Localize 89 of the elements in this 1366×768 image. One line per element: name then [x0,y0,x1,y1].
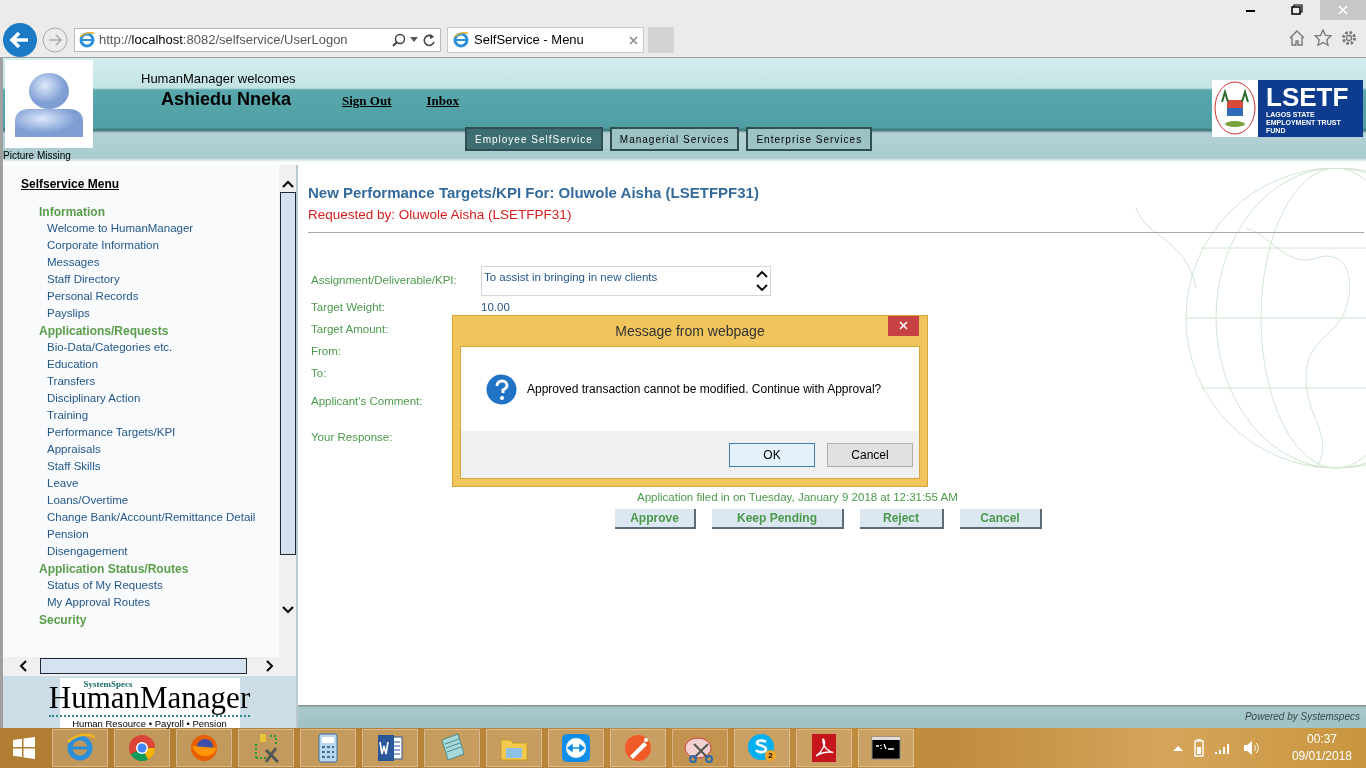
logo-tagline: Human Resource • Payroll • Pension [72,717,227,731]
menu-link[interactable]: Loans/Overtime [21,492,129,509]
scroll-thumb[interactable] [40,658,247,675]
kpi-field[interactable]: To assist in bringing in new clients [481,265,771,296]
spin-icon[interactable] [756,268,768,293]
horizontal-scrollbar[interactable] [3,656,296,676]
menu-section: Application Status/Routes [21,560,189,577]
menu-section: Security [21,611,87,628]
home-icon[interactable] [1288,29,1306,47]
field-label: Assignment/Deliverable/KPI: [311,273,458,289]
scroll-right-icon[interactable] [265,660,275,673]
picture-caption: Picture Missing [3,149,71,163]
menu-link[interactable]: Training [21,407,89,424]
back-icon[interactable] [2,22,38,58]
address-bar[interactable]: http://localhost:8082/selfservice/UserLogon [74,28,441,52]
dialog-button[interactable]: OK [729,442,815,467]
close-icon[interactable] [629,35,638,45]
nav-button[interactable]: Employee SelfService [465,127,603,151]
menu-link[interactable]: Bio-Data/Categories etc. [21,339,173,356]
question-icon [486,373,517,405]
menu-link[interactable]: Welcome to HumanManager [21,220,194,237]
settings-icon[interactable] [1340,29,1358,47]
filed-text: Application filed in on Tuesday, January 9 2018 at 12:31:55 AM [637,489,958,505]
menu-link[interactable]: My Approval Routes [21,594,150,611]
field-label: Target Weight: [311,299,386,315]
refresh-icon[interactable] [422,33,436,47]
menu-link[interactable]: Disciplinary Action [21,390,141,407]
menu-section: Applications/Requests [21,322,169,339]
browser-icon [79,32,95,48]
logo-brand: SystemSpecs [83,678,133,689]
menu-link[interactable]: Appraisals [21,441,101,458]
battery-icon[interactable] [1193,739,1204,757]
logo-name: LSETF [1266,82,1350,111]
requested-by: Requested by: Oluwole Aisha (LSETFPF31) [308,205,572,224]
dialog-button[interactable]: Cancel [827,442,913,467]
avatar-icon [13,71,85,137]
nav-button[interactable]: Enterprise Services [746,127,873,151]
menu-link[interactable]: Education [21,356,99,373]
url-text: http://localhost:8082/selfservice/UserLogon [99,31,349,50]
search-icon[interactable] [392,33,406,47]
menu-link[interactable]: Staff Directory [21,271,120,288]
caret-icon[interactable] [410,37,418,43]
scroll-left-icon[interactable] [18,660,28,673]
menu-link[interactable]: Leave [21,475,79,492]
menu-link[interactable]: Personal Records [21,288,139,305]
nav-button[interactable]: Managerial Services [609,127,740,151]
scroll-thumb[interactable] [279,192,296,555]
scroll-up-icon[interactable] [281,179,294,189]
menu-link[interactable]: Disengagement [21,543,128,560]
browser-icon [453,32,469,48]
header-link[interactable]: Inbox [426,91,460,111]
field-label: Target Amount: [311,321,390,337]
field-label: Your Response: [311,429,394,445]
crest-icon [1212,80,1258,137]
scroll-down-icon[interactable] [281,605,294,615]
dialog-message: Approved transaction cannot be modified. Continue with Approval? [527,381,882,398]
notification-badge: 2 [765,750,776,761]
menu-link[interactable]: Staff Skills [21,458,101,475]
menu-section: Information [21,203,105,220]
menu-link[interactable]: Status of My Requests [21,577,163,594]
field-value: 10.00 [481,299,510,315]
menu-link[interactable]: Corporate Information [21,237,159,254]
star-icon[interactable] [1314,29,1332,47]
page-title: New Performance Targets/KPI For: Oluwole Aisha (LSETFPF31) [308,183,759,203]
browser-tab[interactable]: SelfService - Menu [447,27,644,53]
taskbar-button[interactable] [362,729,418,767]
field-label: From: [311,343,343,359]
user-name: Ashiedu Nneka [161,88,292,111]
menu-link[interactable]: Pension [21,526,89,543]
taskbar-button[interactable]: 2 [734,729,790,767]
tray-expand-icon[interactable] [1171,744,1184,752]
signal-icon[interactable] [1213,741,1232,755]
tab-title: SelfService - Menu [474,31,585,50]
vertical-scrollbar[interactable] [279,165,296,657]
field-label: To: [311,365,328,381]
welcome-text: HumanManager welcomes [141,70,296,88]
menu-title: Selfservice Menu [21,176,120,193]
menu-link[interactable]: Performance Targets/KPI [21,424,176,441]
menu-link[interactable]: Transfers [21,373,96,390]
volume-icon[interactable] [1241,740,1260,756]
menu-link[interactable]: Messages [21,254,100,271]
menu-link[interactable]: Payslips [21,305,90,322]
taskbar-button[interactable] [858,729,914,767]
field-label: Applicant's Comment: [311,393,424,409]
dialog-title: Message from webpage [615,321,765,341]
footer-text: Powered by Systemspecs [1244,710,1360,724]
menu-link[interactable]: Change Bank/Account/Remittance Detail [21,509,256,526]
close-icon[interactable] [888,316,919,336]
header-link[interactable]: Sign Out [342,91,392,111]
